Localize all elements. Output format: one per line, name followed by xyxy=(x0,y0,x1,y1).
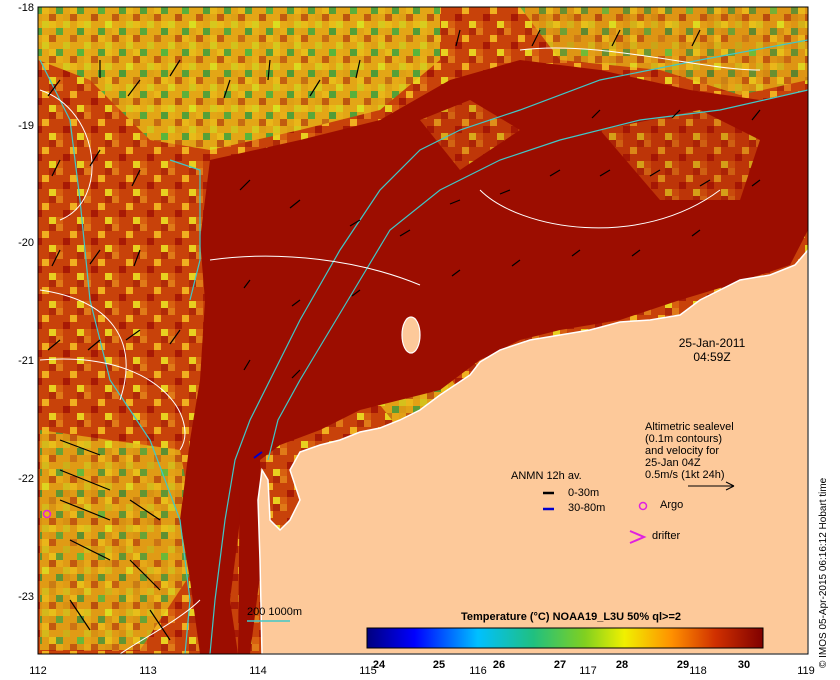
credit-text: © IMOS 05-Apr-2015 06:16:12 Hobart time xyxy=(818,477,829,668)
y-tick-label: -22 xyxy=(18,473,34,485)
y-tick-label: -20 xyxy=(18,237,34,249)
anmn-legend-item: 0-30m xyxy=(568,487,599,499)
x-tick-label: 118 xyxy=(689,665,707,677)
argo-legend-label: Argo xyxy=(660,499,683,511)
x-tick-label: 112 xyxy=(29,665,47,677)
x-tick-label: 116 xyxy=(469,665,487,677)
svg-text:and velocity for: and velocity for xyxy=(645,445,719,457)
y-tick-label: -19 xyxy=(18,120,34,132)
isobath-legend-label: 200 1000m xyxy=(247,606,302,618)
colorbar-tick: 27 xyxy=(554,659,566,671)
x-tick-label: 119 xyxy=(797,665,815,677)
x-tick-label: 113 xyxy=(139,665,157,677)
colorbar-tick: 28 xyxy=(616,659,628,671)
anmn-legend-title: ANMN 12h av. xyxy=(511,470,582,482)
x-axis: 112 113 114 115 116 117 118 119 xyxy=(29,665,815,677)
drifter-legend-label: drifter xyxy=(652,530,680,542)
timestamp-date: 25-Jan-2011 xyxy=(679,336,746,350)
x-tick-label: 114 xyxy=(249,665,267,677)
y-tick-label: -23 xyxy=(18,591,34,603)
y-tick-label: -18 xyxy=(18,2,34,14)
anmn-legend-item: 30-80m xyxy=(568,502,605,514)
colorbar-tick: 25 xyxy=(433,659,445,671)
colorbar-title: Temperature (°C) NOAA19_L3U 50% ql>=2 xyxy=(461,611,681,623)
plot-area xyxy=(38,7,809,655)
sst-map: 112 113 114 115 116 117 118 119 -18 -19 … xyxy=(18,2,815,677)
svg-text:25-Jan 04Z: 25-Jan 04Z xyxy=(645,457,701,469)
colorbar-tick: 24 xyxy=(373,659,386,671)
y-tick-label: -21 xyxy=(18,355,34,367)
x-tick-label: 117 xyxy=(579,665,597,677)
y-axis: -18 -19 -20 -21 -22 -23 xyxy=(18,2,34,603)
svg-text:(0.1m contours): (0.1m contours) xyxy=(645,433,722,445)
colorbar-tick: 26 xyxy=(493,659,505,671)
svg-text:Altimetric sealevel: Altimetric sealevel xyxy=(645,421,734,433)
colorbar-tick: 30 xyxy=(738,659,750,671)
timestamp-time: 04:59Z xyxy=(693,350,730,364)
svg-text:0.5m/s (1kt 24h): 0.5m/s (1kt 24h) xyxy=(645,469,724,481)
colorbar-tick: 29 xyxy=(677,659,689,671)
